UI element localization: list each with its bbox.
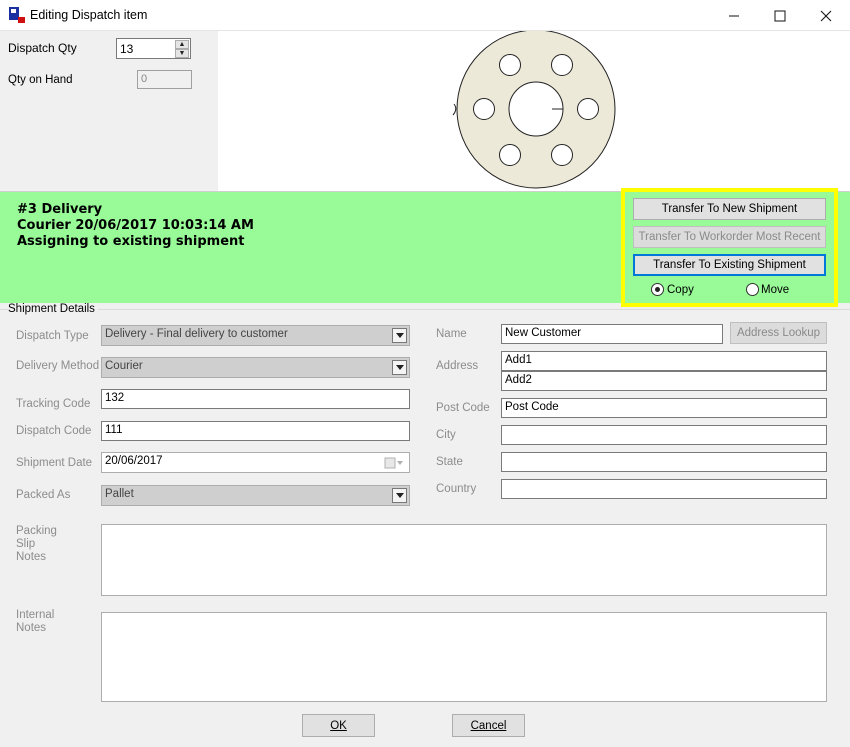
dispatch-code-input[interactable]: 111 — [101, 421, 410, 441]
packing-slip-notes-textarea[interactable] — [101, 524, 827, 596]
copy-radio-label[interactable]: Copy — [667, 284, 694, 296]
shipment-date-value: 20/06/2017 — [105, 455, 163, 467]
dispatch-qty-stepper[interactable]: 13 ▲ ▼ — [116, 38, 191, 59]
ok-button[interactable]: OK — [302, 714, 375, 737]
shipment-date-picker[interactable]: 20/06/2017 — [101, 452, 410, 473]
city-input[interactable] — [501, 425, 827, 445]
packed-as-chevron-down-icon[interactable] — [392, 488, 407, 503]
dispatch-type-chevron-down-icon[interactable] — [392, 328, 407, 343]
internal-notes-label-2: Notes — [16, 622, 47, 634]
delivery-method-value: Courier — [105, 360, 143, 372]
move-radio[interactable] — [746, 283, 759, 296]
dispatch-type-value: Delivery - Final delivery to customer — [105, 328, 288, 340]
internal-notes-label-1: Internal — [16, 609, 55, 621]
qty-on-hand-label: Qty on Hand — [8, 74, 73, 86]
packing-notes-label-3: Notes — [16, 551, 47, 563]
move-radio-label[interactable]: Move — [761, 284, 789, 296]
calendar-icon[interactable] — [384, 457, 404, 469]
dispatch-qty-value[interactable]: 13 — [120, 42, 133, 56]
close-icon[interactable] — [803, 0, 849, 31]
packing-notes-label-2: Slip — [16, 538, 36, 550]
transfer-workorder-recent-button[interactable]: Transfer To Workorder Most Recent — [633, 226, 826, 248]
address-label: Address — [436, 360, 479, 372]
address-line2-input[interactable]: Add2 — [501, 371, 827, 391]
qty-on-hand-field: 0 — [137, 70, 192, 89]
cancel-button-label: Cancel — [470, 719, 507, 732]
copy-radio[interactable] — [651, 283, 664, 296]
dispatch-code-label: Dispatch Code — [16, 425, 92, 437]
stepper-down-icon[interactable]: ▼ — [175, 49, 189, 58]
shipment-date-label: Shipment Date — [16, 457, 93, 469]
status-line-2: Courier 20/06/2017 10:03:14 AM — [17, 218, 254, 233]
stepper-up-icon[interactable]: ▲ — [175, 40, 189, 49]
dispatch-type-label: Dispatch Type — [16, 330, 89, 342]
address-lookup-button[interactable]: Address Lookup — [730, 322, 827, 344]
packed-as-value: Pallet — [105, 488, 134, 500]
tracking-code-label: Tracking Code — [16, 398, 91, 410]
delivery-method-chevron-down-icon[interactable] — [392, 360, 407, 375]
minimize-icon[interactable] — [711, 0, 757, 31]
cancel-button[interactable]: Cancel — [452, 714, 525, 737]
postcode-label: Post Code — [436, 402, 490, 414]
state-input[interactable] — [501, 452, 827, 472]
name-input[interactable]: New Customer — [501, 324, 723, 344]
country-label: Country — [436, 483, 477, 495]
dispatch-type-select[interactable]: Delivery - Final delivery to customer — [101, 325, 410, 346]
app-logo-icon — [9, 7, 25, 23]
transfer-existing-shipment-button[interactable]: Transfer To Existing Shipment — [633, 254, 826, 276]
part-drawing-area — [218, 29, 850, 191]
address-line1-input[interactable]: Add1 — [501, 351, 827, 371]
delivery-method-select[interactable]: Courier — [101, 357, 410, 378]
status-line-1: #3 Delivery — [17, 202, 103, 217]
packing-notes-label-1: Packing — [16, 525, 57, 537]
maximize-icon[interactable] — [757, 0, 803, 31]
shipment-group-border — [0, 309, 850, 310]
delivery-method-label: Delivery Method — [16, 360, 100, 372]
shipment-details-title: Shipment Details — [8, 303, 98, 315]
packed-as-select[interactable]: Pallet — [101, 485, 410, 506]
postcode-input[interactable]: Post Code — [501, 398, 827, 418]
name-label: Name — [436, 328, 467, 340]
internal-notes-textarea[interactable] — [101, 612, 827, 702]
window-title: Editing Dispatch item — [30, 8, 148, 22]
city-label: City — [436, 429, 456, 441]
status-line-3: Assigning to existing shipment — [17, 234, 245, 249]
tracking-code-input[interactable]: 132 — [101, 389, 410, 409]
state-label: State — [436, 456, 463, 468]
country-input[interactable] — [501, 479, 827, 499]
transfer-new-shipment-button[interactable]: Transfer To New Shipment — [633, 198, 826, 220]
dispatch-qty-label: Dispatch Qty — [8, 41, 77, 55]
flange-drawing — [452, 29, 616, 189]
title-bar: Editing Dispatch item — [0, 0, 850, 31]
ok-button-label: OK — [330, 719, 347, 732]
packed-as-label: Packed As — [16, 489, 71, 501]
